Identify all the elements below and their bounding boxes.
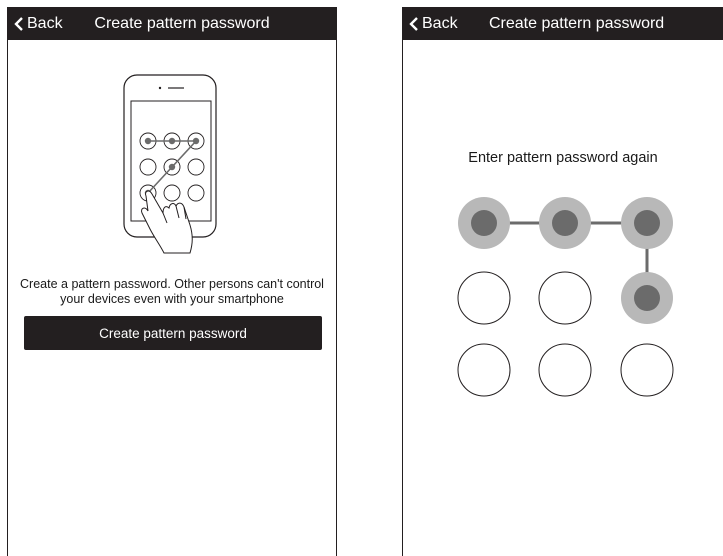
navigation-bar: Back Create pattern password <box>8 7 336 40</box>
pattern-dot-9[interactable] <box>620 343 674 397</box>
pattern-dot-1[interactable] <box>458 197 510 249</box>
pattern-lock-grid[interactable] <box>403 7 723 407</box>
pattern-dot-8[interactable] <box>538 343 592 397</box>
pattern-dot-2[interactable] <box>539 197 591 249</box>
pattern-dot-4[interactable] <box>457 271 511 325</box>
create-pattern-intro-screen: Back Create pattern password Create a pa… <box>7 7 337 556</box>
create-pattern-password-button[interactable]: Create pattern password <box>24 316 322 350</box>
pattern-dot-3[interactable] <box>621 197 673 249</box>
description-line-1: Create a pattern password. Other persons… <box>20 277 324 291</box>
phone-illustration <box>123 74 217 254</box>
pattern-dot-6[interactable] <box>621 272 673 324</box>
pattern-dot-7[interactable] <box>457 343 511 397</box>
pattern-dot-5[interactable] <box>538 271 592 325</box>
page-title: Create pattern password <box>94 15 270 32</box>
confirm-pattern-screen: Back Create pattern password Enter patte… <box>402 7 723 556</box>
description-line-2: your devices even with your smartphone <box>60 292 284 306</box>
description-text: Create a pattern password. Other persons… <box>8 277 336 307</box>
